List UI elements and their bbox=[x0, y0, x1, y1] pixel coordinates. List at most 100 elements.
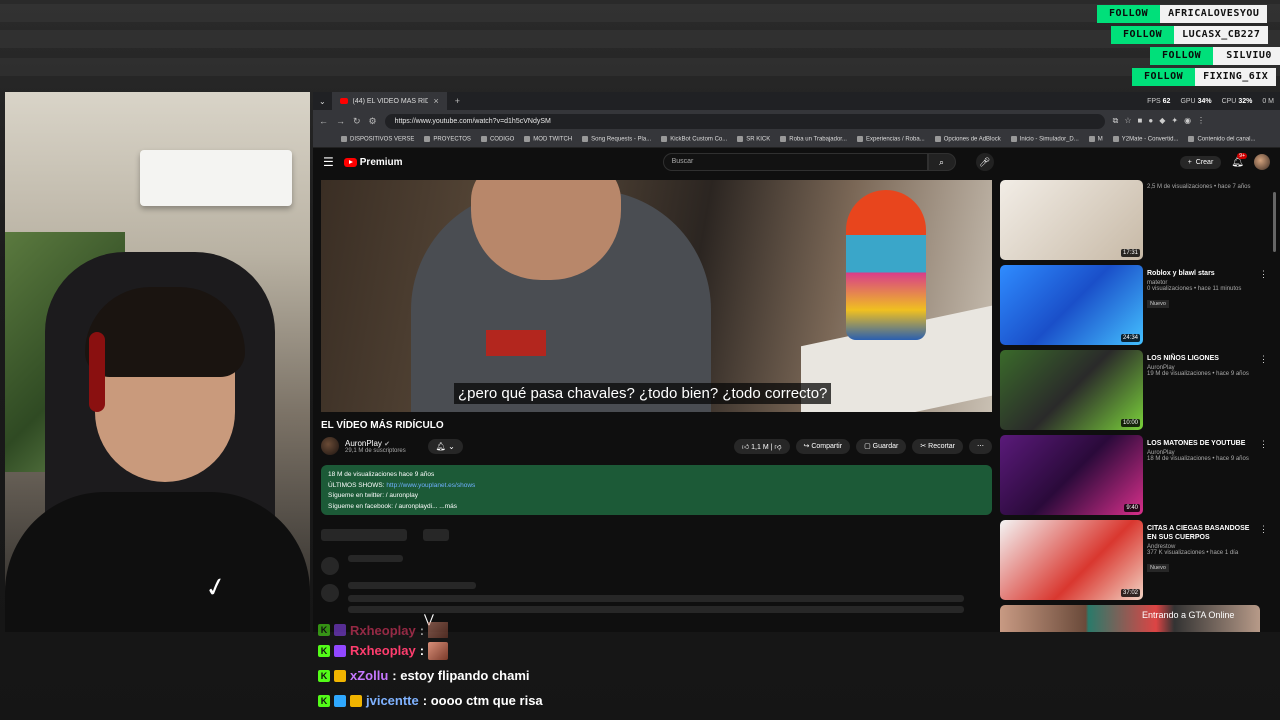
chat-message: : oooo ctm que risa bbox=[422, 693, 543, 708]
chat-line: K Rxheoplay : bbox=[318, 638, 918, 663]
channel-name[interactable]: AuronPlay ✔ bbox=[345, 439, 406, 448]
bookmark[interactable]: PROYECTOS bbox=[424, 136, 471, 143]
puzzle-icon[interactable]: ✦ bbox=[1171, 116, 1178, 126]
emote-icon bbox=[428, 622, 449, 638]
channel-row: AuronPlay ✔ 29,1 M de suscriptores 🔔︎ ⌄ … bbox=[321, 437, 992, 455]
bell-icon[interactable]: 🔔︎ 9+ bbox=[1231, 152, 1247, 168]
new-badge: Nuevo bbox=[1147, 564, 1169, 572]
kick-badge-icon: K bbox=[318, 669, 330, 682]
loading-placeholder bbox=[321, 557, 339, 575]
save-button[interactable]: ▢ Guardar bbox=[856, 438, 907, 454]
bookmark[interactable]: Y2Mate - Convertid... bbox=[1112, 136, 1178, 143]
video-thumbnail[interactable]: 24:34 bbox=[1000, 265, 1143, 345]
video-description[interactable]: 18 M de visualizaciones hace 9 años ÚLTI… bbox=[321, 465, 992, 515]
related-video[interactable]: 10:00 LOS NIÑOS LIGONES AuronPlay 19 M d… bbox=[1000, 350, 1270, 434]
extension-icon[interactable]: ■ bbox=[1138, 116, 1143, 126]
description-line: ÚLTIMOS SHOWS: http://www.youplanet.es/s… bbox=[328, 481, 476, 489]
scissors-icon: ✂ bbox=[920, 442, 927, 450]
follow-label: FOLLOW bbox=[1132, 68, 1196, 86]
bookmark[interactable]: SR KICK bbox=[737, 136, 770, 143]
new-tab-icon[interactable]: + bbox=[455, 96, 460, 106]
kebab-icon[interactable]: ⋮ bbox=[1259, 269, 1268, 280]
sidebar-scrollbar[interactable] bbox=[1273, 192, 1276, 252]
video-duration: 37:02 bbox=[1120, 589, 1140, 597]
subscription-bell-button[interactable]: 🔔︎ ⌄ bbox=[427, 438, 463, 454]
extension-icon[interactable]: ◆ bbox=[1159, 116, 1165, 126]
related-title[interactable]: LOS MATONES DE YOUTUBE bbox=[1147, 439, 1257, 448]
star-icon[interactable]: ☆ bbox=[1124, 116, 1131, 126]
video-subtitle: ¿pero qué pasa chavales? ¿todo bien? ¿to… bbox=[454, 383, 832, 404]
bookmark[interactable]: KickBot Custom Co... bbox=[661, 136, 727, 143]
video-thumbnail[interactable]: 17:31 bbox=[1000, 180, 1143, 260]
related-title[interactable]: CITAS A CIEGAS BASANDOSE EN SUS CUERPOS bbox=[1147, 524, 1257, 542]
bookmark[interactable]: DISPOSITIVOS VERSE bbox=[341, 136, 414, 143]
related-video[interactable]: 24:34 Roblox y blawl stars matetor 0 vis… bbox=[1000, 265, 1270, 349]
follow-alert: FOLLOW SILVIU0 bbox=[1150, 47, 1280, 65]
description-link[interactable]: http://www.youplanet.es/shows bbox=[386, 482, 475, 489]
bookmark[interactable]: Opciones de AdBlock bbox=[934, 136, 1001, 143]
clip-button[interactable]: ✂ Recortar bbox=[912, 438, 963, 454]
channel-avatar[interactable] bbox=[321, 437, 339, 455]
site-info-icon[interactable]: ⚙ bbox=[369, 116, 377, 127]
stream-scene: FOLLOW AFRICALOVESYOU FOLLOW LUCASX_CB22… bbox=[0, 0, 1280, 720]
follow-label: FOLLOW bbox=[1111, 26, 1175, 44]
mic-icon[interactable]: 🎤︎ bbox=[975, 153, 994, 171]
bookmark[interactable]: M bbox=[1088, 136, 1103, 143]
tab-youtube[interactable]: (44) EL VÍDEO MÁS RIDÍCU × bbox=[331, 92, 447, 110]
bookmark[interactable]: Inicio - Simulador_D... bbox=[1010, 136, 1079, 143]
bookmark[interactable]: MOD TWITCH bbox=[524, 136, 572, 143]
related-video[interactable]: 37:02 CITAS A CIEGAS BASANDOSE EN SUS CU… bbox=[1000, 520, 1270, 604]
tab-close-icon[interactable]: × bbox=[433, 96, 438, 106]
search-box: Buscar ⌕ bbox=[662, 153, 956, 171]
plus-icon: + bbox=[1187, 158, 1192, 166]
bookmark[interactable]: Roba un Trabajador... bbox=[780, 136, 847, 143]
related-videos: 17:31 2,5 M de visualizaciones • hace 7 … bbox=[1000, 180, 1270, 632]
bookmark[interactable]: Experiencias / Roba... bbox=[856, 136, 925, 143]
profile-icon[interactable]: ◉ bbox=[1184, 116, 1191, 126]
tab-menu-icon[interactable]: ⌄ bbox=[313, 97, 332, 106]
related-views: 0 visualizaciones • hace 11 minutos bbox=[1147, 286, 1242, 292]
chat-message: : bbox=[419, 643, 425, 658]
bookmark[interactable]: Song Requests - Pla... bbox=[582, 136, 651, 143]
bookmark[interactable]: CODIGO bbox=[480, 136, 514, 143]
bookmark[interactable]: Contenido del canal... bbox=[1188, 136, 1256, 143]
related-video[interactable]: 9:40 LOS MATONES DE YOUTUBE AuronPlay 18… bbox=[1000, 435, 1270, 519]
related-title[interactable]: LOS NIÑOS LIGONES bbox=[1147, 354, 1257, 363]
kebab-icon[interactable]: ⋮ bbox=[1259, 354, 1268, 365]
loading-placeholder bbox=[321, 584, 339, 602]
follow-user: FIXING_6IX bbox=[1195, 68, 1277, 86]
search-input[interactable]: Buscar bbox=[662, 153, 928, 171]
youtube-logo[interactable]: Premium bbox=[343, 157, 403, 168]
misc-stat: 0 M bbox=[1262, 97, 1274, 105]
create-button[interactable]: + Crear bbox=[1179, 155, 1222, 169]
avatar[interactable] bbox=[1254, 154, 1270, 170]
more-actions-button[interactable]: ⋯ bbox=[969, 438, 992, 454]
forward-icon[interactable]: → bbox=[336, 116, 345, 126]
browser-window: ⌄ (44) EL VÍDEO MÁS RIDÍCU × + FPS 62 GP… bbox=[313, 92, 1280, 632]
video-thumbnail[interactable]: 10:00 bbox=[1000, 350, 1143, 430]
menu-icon[interactable]: ☰ bbox=[323, 155, 334, 169]
back-icon[interactable]: ← bbox=[319, 116, 328, 126]
share-button[interactable]: ↪ Compartir bbox=[795, 438, 851, 454]
video-thumbnail[interactable]: 37:02 bbox=[1000, 520, 1143, 600]
kebab-icon[interactable]: ⋮ bbox=[1259, 439, 1268, 450]
install-icon[interactable]: ⧉ bbox=[1113, 116, 1119, 126]
follow-label: FOLLOW bbox=[1150, 47, 1214, 65]
video-player[interactable]: ¿pero qué pasa chavales? ¿todo bien? ¿to… bbox=[321, 180, 992, 412]
sub-badge-icon bbox=[334, 644, 346, 657]
related-title[interactable]: Roblox y blawl stars bbox=[1147, 269, 1257, 278]
like-button[interactable]: 👍︎ 1,1 M | 👎︎ bbox=[733, 438, 790, 454]
extension-icon[interactable]: ● bbox=[1148, 116, 1153, 126]
fps-label: FPS bbox=[1147, 97, 1161, 105]
sub-badge-icon bbox=[334, 624, 346, 636]
extensions: ⧉ ☆ ■ ● ◆ ✦ ◉ ⋮ bbox=[1113, 116, 1205, 126]
more-icon[interactable]: ⋮ bbox=[1197, 116, 1205, 126]
related-video[interactable]: 17:31 2,5 M de visualizaciones • hace 7 … bbox=[1000, 180, 1270, 264]
url-input[interactable]: https://www.youtube.com/watch?v=d1h5cVNd… bbox=[384, 113, 1105, 129]
video-thumbnail[interactable]: 9:40 bbox=[1000, 435, 1143, 515]
search-icon[interactable]: ⌕ bbox=[927, 153, 956, 171]
verified-icon: ✔ bbox=[384, 440, 391, 448]
kebab-icon[interactable]: ⋮ bbox=[1259, 524, 1268, 535]
reload-icon[interactable]: ↻ bbox=[353, 116, 361, 127]
video-duration: 17:31 bbox=[1120, 249, 1140, 257]
